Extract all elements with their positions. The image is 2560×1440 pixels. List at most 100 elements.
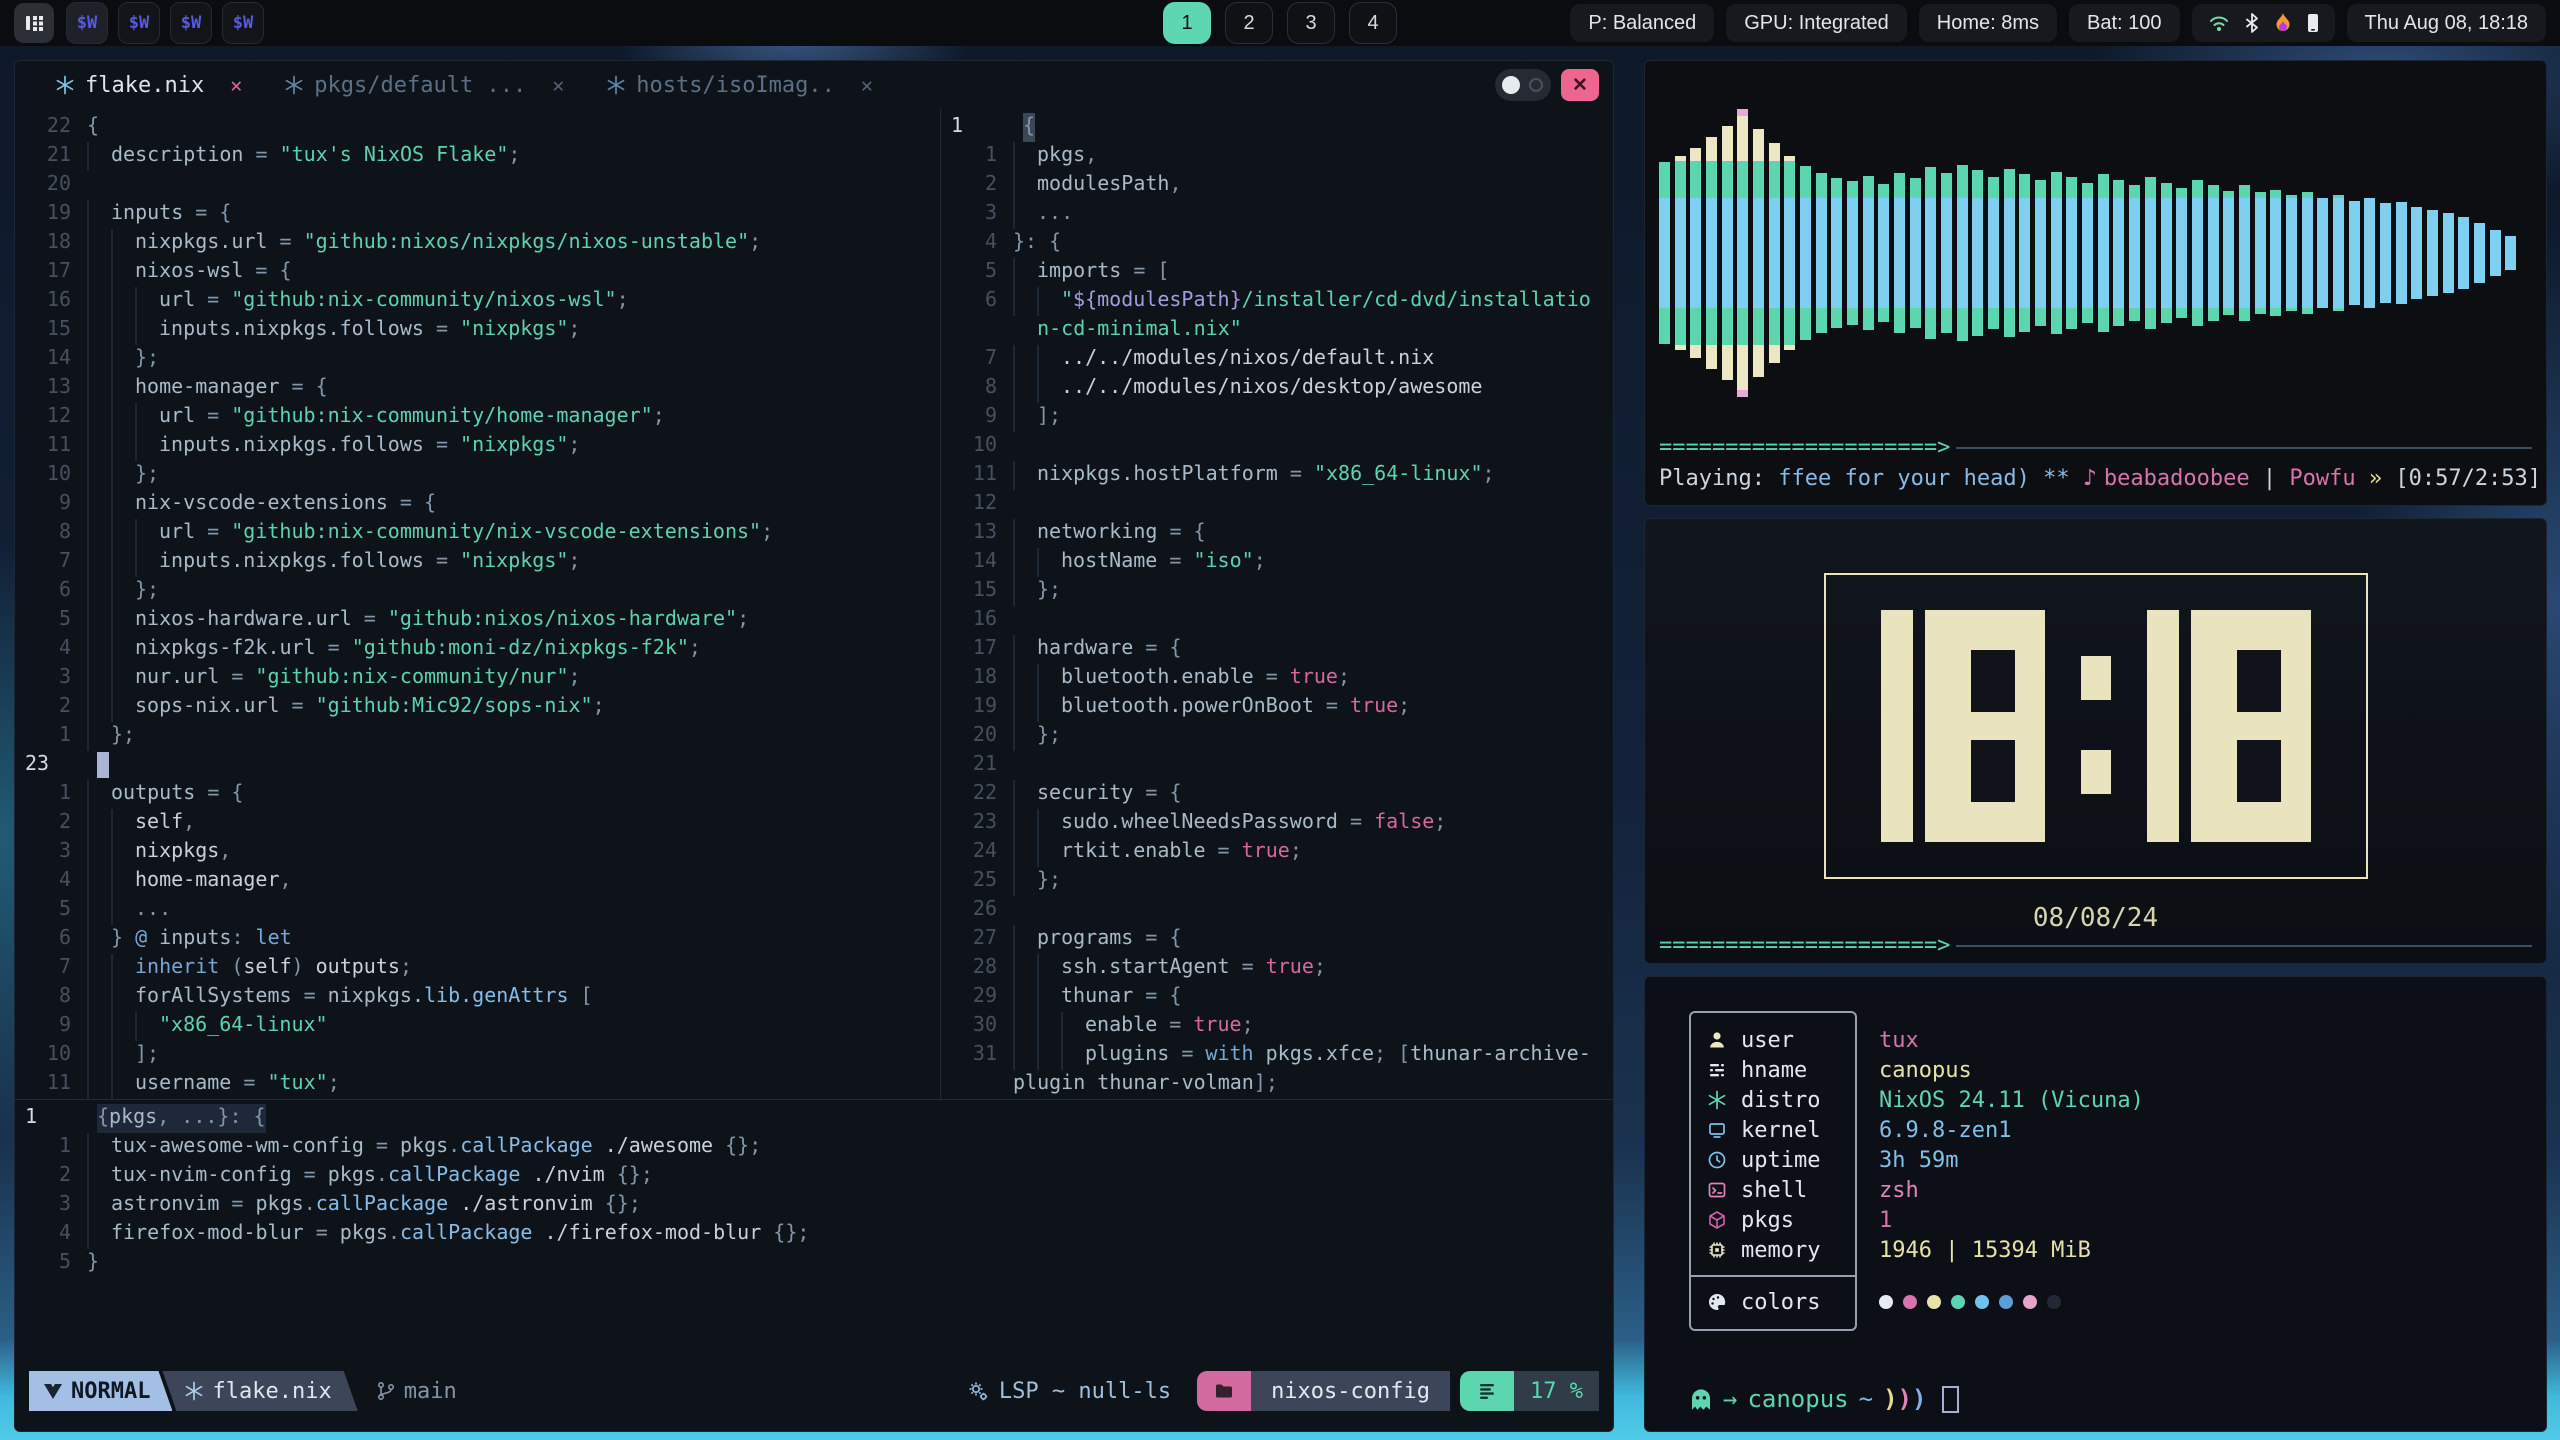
workspace-buttons: $W$W$W$W [66, 2, 274, 44]
indent-guide [1013, 519, 1037, 548]
tag-3[interactable]: 3 [1287, 2, 1335, 44]
code-line: 3nixpkgs, [15, 838, 940, 867]
code-line: 5... [15, 896, 940, 925]
lsp-status: LSP ~ null-ls [967, 1371, 1171, 1411]
visualizer-segment [2161, 183, 2172, 198]
code-token: "iso" [1193, 548, 1253, 577]
code-token: networking [1037, 519, 1169, 548]
indent-guide [1013, 693, 1037, 722]
indent-guide [111, 345, 135, 374]
code-token: = [1242, 954, 1266, 983]
tab-close-icon[interactable]: ✕ [861, 73, 873, 97]
indent-guide [135, 316, 159, 345]
tag-1[interactable]: 1 [1163, 2, 1211, 44]
workspace-button-2[interactable]: $W [118, 2, 160, 44]
flame-icon[interactable] [2274, 13, 2292, 33]
indent-guide [111, 548, 135, 577]
visualizer-segment [1800, 308, 1811, 340]
close-icon: ✕ [1572, 74, 1588, 97]
code-line: 7../../modules/nixos/default.nix [941, 345, 1613, 374]
close-window-button[interactable]: ✕ [1561, 69, 1599, 101]
workspace-button-1[interactable]: $W [66, 2, 108, 44]
phone-icon[interactable] [2307, 13, 2319, 33]
code-token: nixpkgs [135, 838, 219, 867]
visualizer-segment [1988, 198, 1999, 308]
code-token: imports [1037, 258, 1133, 287]
fetch-value-kernel: 6.9.8-zen1 [1879, 1115, 2144, 1145]
fetch-label: hname [1741, 1058, 1807, 1083]
visualizer-bar [2223, 191, 2234, 315]
visualizer-segment [2113, 198, 2124, 308]
indent-guide [1013, 722, 1037, 751]
prompt-chevron: ) [1912, 1385, 1926, 1413]
code-token: ; [593, 693, 605, 722]
indent-guide [87, 287, 111, 316]
workspace-button-4[interactable]: $W [222, 2, 264, 44]
code-line: 25}; [941, 867, 1613, 896]
indent-guide [1013, 287, 1037, 316]
tag-2[interactable]: 2 [1225, 2, 1273, 44]
tab-1[interactable]: flake.nix✕ [55, 73, 242, 98]
code-token: ... [1037, 200, 1073, 229]
desktop: $W$W$W$W 1234 P: Balanced GPU: Integrate… [0, 0, 2560, 1440]
code-token: self [243, 954, 291, 983]
tab-2[interactable]: pkgs/default ...✕ [284, 73, 564, 98]
code-token: home-manager [135, 867, 280, 896]
code-token: = { [400, 490, 436, 519]
code-token: ./astronvim [448, 1191, 605, 1220]
visualizer-segment [1941, 198, 1952, 308]
code-token: {}; [773, 1220, 809, 1249]
indent-guide [111, 838, 135, 867]
editor-pane-pkgs-default[interactable]: 1{pkgs, ...}: {1tux-awesome-wm-config = … [15, 1099, 1613, 1371]
visualizer-segment [2223, 308, 2234, 315]
code-token: ; [1338, 664, 1350, 693]
fetch-row-kernel: kernel [1691, 1115, 1855, 1145]
statusline-file[interactable]: flake.nix [162, 1371, 357, 1411]
launcher-button[interactable] [14, 3, 54, 43]
visualizer-segment [1894, 173, 1905, 198]
bluetooth-icon[interactable] [2245, 13, 2259, 33]
visualizer-segment [1863, 308, 1874, 330]
project-name[interactable]: nixos-config [1251, 1371, 1450, 1411]
code-line: 16 [941, 606, 1613, 635]
visualizer-segment [1690, 345, 1701, 357]
code-token: = [207, 287, 231, 316]
tab-close-icon[interactable]: ✕ [552, 73, 564, 97]
code-token: url [159, 287, 207, 316]
code-token: ; [1483, 461, 1495, 490]
indent-guide [1037, 954, 1061, 983]
visualizer-segment [1769, 143, 1780, 161]
ghost-icon [1689, 1387, 1713, 1411]
tab-close-icon[interactable]: ✕ [230, 73, 242, 97]
indent-guide [87, 548, 111, 577]
tag-4[interactable]: 4 [1349, 2, 1397, 44]
code-token: outputs [316, 954, 400, 983]
fetch-row-colors: colors [1691, 1287, 1855, 1317]
color-dot [2047, 1295, 2061, 1309]
tab-3[interactable]: hosts/isoImag..✕ [606, 73, 873, 98]
code-token: rtkit.enable [1061, 838, 1218, 867]
code-token: }; [1037, 722, 1061, 751]
wifi-icon[interactable] [2208, 13, 2230, 33]
code-line: 2modulesPath, [941, 171, 1613, 200]
system-tray[interactable] [2192, 4, 2335, 42]
code-line: 20 [15, 171, 940, 200]
workspace-button-3[interactable]: $W [170, 2, 212, 44]
editor-pane-flake-nix[interactable]: 22{21description = "tux's NixOS Flake";2… [15, 109, 941, 1099]
git-branch[interactable]: main [376, 1371, 457, 1411]
editor-pane-iso-image[interactable]: 1{1pkgs,2modulesPath,3...4}: {5imports =… [941, 109, 1613, 1099]
code-token: ; [689, 635, 701, 664]
code-token: bluetooth.enable [1061, 664, 1266, 693]
prompt-path: ~ [1859, 1385, 1873, 1413]
layout-toggle-button[interactable] [1495, 69, 1551, 101]
shell-prompt[interactable]: → canopus ~ ))) [1689, 1385, 1959, 1413]
visualizer-bar [2505, 236, 2516, 269]
music-progress: =====================> [1645, 435, 2546, 460]
folder-icon [1214, 1381, 1234, 1401]
clock-pill[interactable]: Thu Aug 08, 18:18 [2347, 4, 2546, 42]
terminal-fetch-window[interactable]: userhnamedistrokerneluptimeshellpkgsmemo… [1644, 976, 2547, 1432]
visualizer-segment [2349, 201, 2360, 306]
indent-guide [1013, 1012, 1037, 1041]
line-number: 11 [941, 461, 997, 490]
code-token: , [1169, 171, 1181, 200]
